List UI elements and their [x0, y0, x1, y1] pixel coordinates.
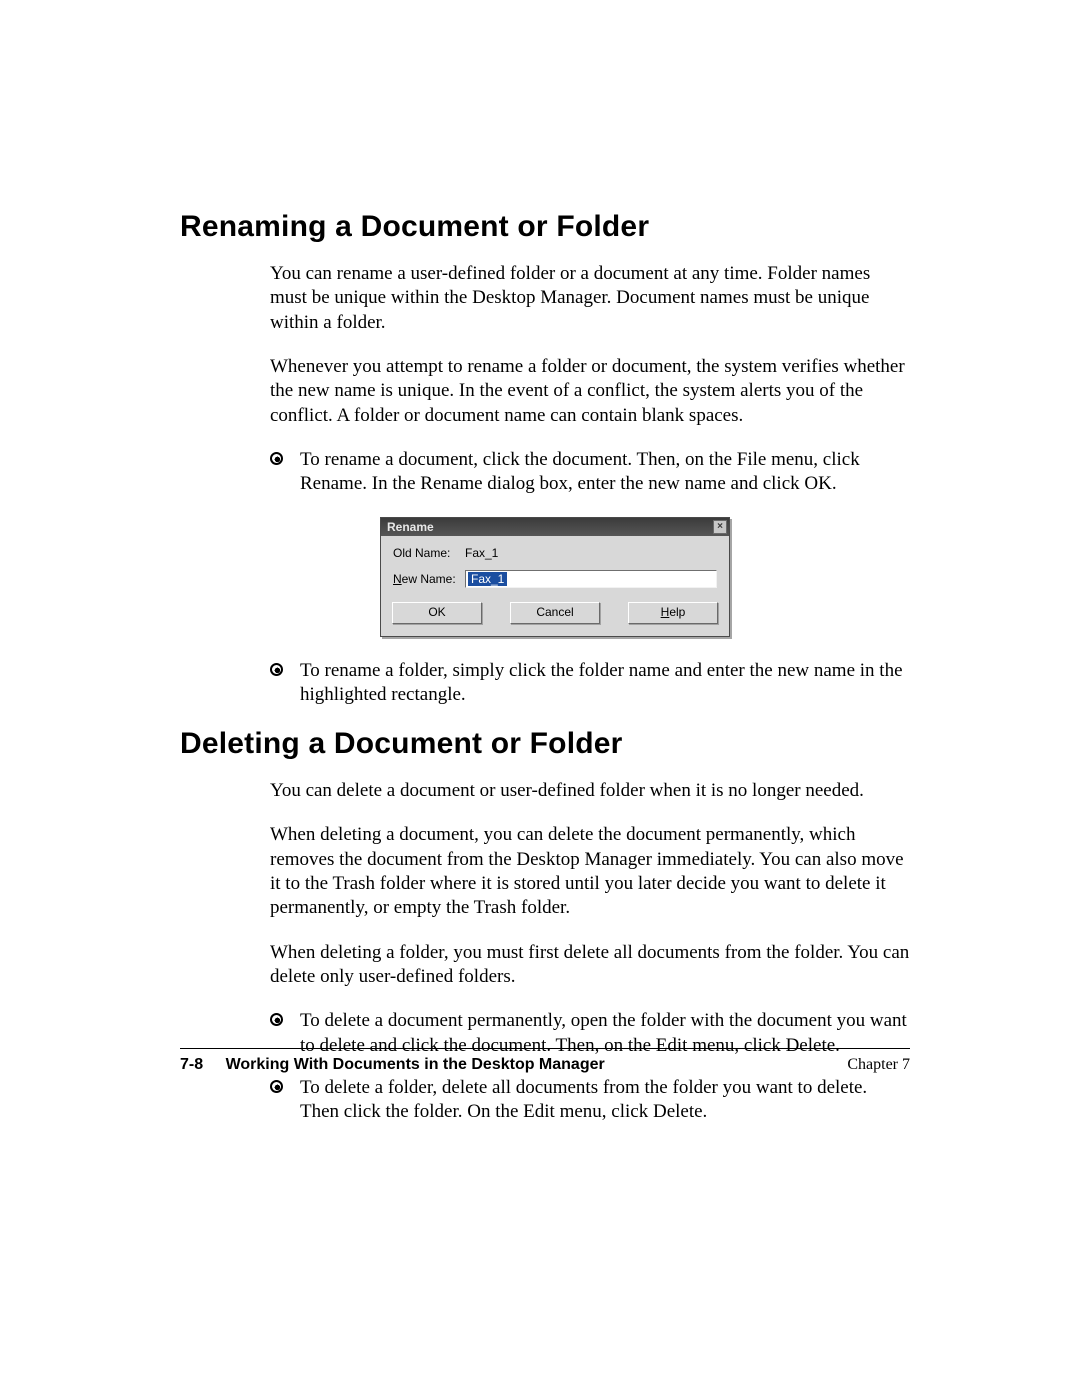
page-number: 7-8: [180, 1056, 203, 1073]
dialog-body: Old Name: Fax_1 New Name: Fax_1 OK Cance…: [381, 536, 729, 636]
bullet-rename-doc: To rename a document, click the document…: [270, 448, 910, 497]
label-old-name: Old Name:: [393, 546, 465, 560]
label-new-name-accel: N: [393, 572, 402, 586]
footer-rule: [180, 1048, 910, 1049]
row-old-name: Old Name: Fax_1: [393, 546, 717, 560]
label-new-name: New Name:: [393, 572, 465, 586]
para-s2-3: When deleting a folder, you must first d…: [270, 941, 910, 990]
para-s2-1: You can delete a document or user-define…: [270, 779, 910, 803]
dialog-title: Rename: [387, 520, 434, 534]
help-rest: elp: [669, 605, 685, 619]
bullet-delete-doc: To delete a document permanently, open t…: [270, 1009, 910, 1058]
footer-title: Working With Documents in the Desktop Ma…: [226, 1056, 605, 1073]
rename-dialog: Rename × Old Name: Fax_1 New Name: Fax_1: [380, 517, 730, 637]
label-new-name-rest: ew Name:: [402, 572, 456, 586]
page-footer: 7-8 Working With Documents in the Deskto…: [180, 1056, 910, 1074]
rename-dialog-figure: Rename × Old Name: Fax_1 New Name: Fax_1: [380, 517, 730, 637]
action-list-s1a: To rename a document, click the document…: [270, 448, 910, 497]
para-s1-2: Whenever you attempt to rename a folder …: [270, 355, 910, 428]
footer-left: 7-8 Working With Documents in the Deskto…: [180, 1056, 605, 1074]
manual-page: Renaming a Document or Folder You can re…: [0, 0, 1080, 1397]
value-old-name: Fax_1: [465, 546, 498, 560]
dialog-titlebar[interactable]: Rename ×: [381, 518, 729, 536]
para-s2-2: When deleting a document, you can delete…: [270, 823, 910, 920]
new-name-input[interactable]: Fax_1: [465, 570, 717, 588]
bullet-delete-folder: To delete a folder, delete all documents…: [270, 1076, 910, 1125]
help-button[interactable]: Help: [628, 602, 718, 624]
ok-button[interactable]: OK: [392, 602, 482, 624]
section1-body: You can rename a user-defined folder or …: [270, 262, 910, 707]
close-icon[interactable]: ×: [713, 520, 727, 534]
bullet-rename-folder: To rename a folder, simply click the fol…: [270, 659, 910, 708]
action-list-s1b: To rename a folder, simply click the fol…: [270, 659, 910, 708]
dialog-button-row: OK Cancel Help: [393, 598, 717, 626]
cancel-button[interactable]: Cancel: [510, 602, 600, 624]
footer-chapter: Chapter 7: [847, 1056, 910, 1074]
row-new-name: New Name: Fax_1: [393, 570, 717, 588]
new-name-value: Fax_1: [468, 572, 507, 586]
heading-deleting: Deleting a Document or Folder: [180, 727, 910, 761]
heading-renaming: Renaming a Document or Folder: [180, 210, 910, 244]
para-s1-1: You can rename a user-defined folder or …: [270, 262, 910, 335]
